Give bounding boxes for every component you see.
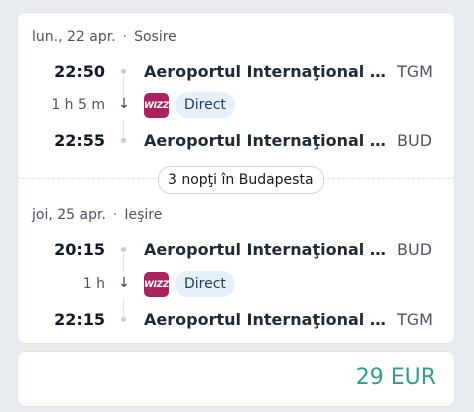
return-depart-time: 20:15 (54, 240, 105, 259)
wizz-air-logo-icon: WIZZ (144, 272, 169, 297)
timeline-line (123, 254, 124, 274)
return-depart-airport: Aeroportul Internaţional Budap... (144, 240, 392, 259)
outbound-duration: 1 h 5 m (51, 97, 105, 113)
timeline-line (123, 299, 124, 317)
return-arrive-code: TGM (397, 310, 433, 329)
timeline-dot (121, 317, 126, 322)
outbound-header: lun., 22 apr. · Sosire (32, 29, 177, 45)
outbound-date: lun., 22 apr. (32, 29, 116, 45)
return-header: joi, 25 apr. · Ieşire (32, 207, 162, 223)
return-depart-code: BUD (397, 240, 433, 259)
price-card[interactable]: 29 EUR (17, 351, 455, 407)
timeline-line (123, 120, 124, 138)
return-duration: 1 h (82, 276, 105, 292)
timeline-dot (121, 138, 126, 143)
outbound-stops-badge: Direct (175, 92, 235, 118)
price-label: 29 EUR (355, 365, 436, 390)
return-arrive-time: 22:15 (54, 310, 105, 329)
return-arrive-airport: Aeroportul Internaţional Tran... (144, 310, 392, 329)
arrow-down-icon: ↓ (118, 96, 130, 112)
return-stops-badge: Direct (175, 271, 235, 297)
itinerary-card[interactable]: lun., 22 apr. · Sosire 22:50 Aeroportul In… (17, 12, 455, 344)
timeline-line (123, 76, 124, 96)
outbound-depart-time: 22:50 (54, 62, 105, 81)
return-label: Ieşire (124, 207, 163, 223)
timeline-dot (121, 69, 126, 74)
outbound-arrive-airport: Aeroportul Internaţional Budap... (144, 131, 392, 150)
outbound-arrive-time: 22:55 (54, 131, 105, 150)
outbound-label: Sosire (134, 29, 177, 45)
separator-dot: · (112, 207, 118, 223)
timeline-dot (121, 247, 126, 252)
stay-duration-badge: 3 nopţi în Budapesta (158, 166, 324, 194)
outbound-depart-code: TGM (397, 62, 433, 81)
wizz-air-logo-icon: WIZZ (144, 93, 169, 118)
outbound-depart-airport: Aeroportul Internaţional Tran... (144, 62, 392, 81)
return-date: joi, 25 apr. (32, 207, 106, 223)
arrow-down-icon: ↓ (118, 275, 130, 291)
outbound-arrive-code: BUD (397, 131, 433, 150)
separator-dot: · (122, 29, 128, 45)
